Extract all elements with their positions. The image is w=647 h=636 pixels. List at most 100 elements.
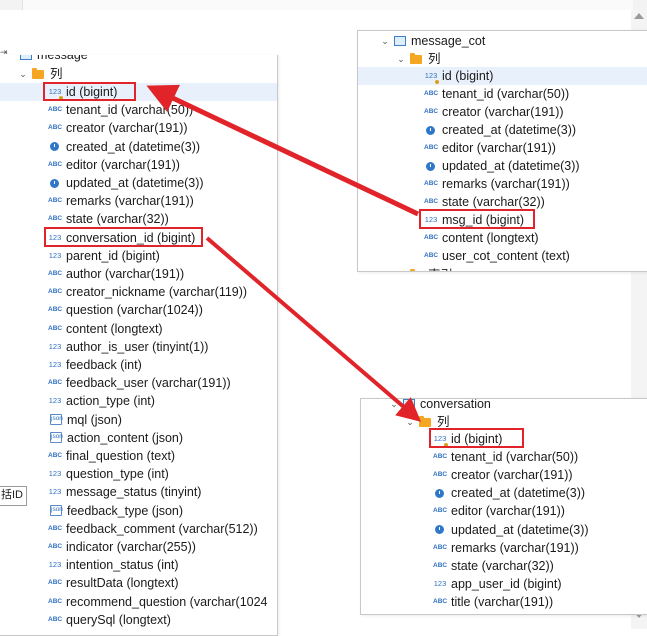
abc-icon: ABC xyxy=(48,597,63,605)
column-item[interactable]: ABC question (varchar(1024)) xyxy=(48,301,203,319)
column-item[interactable]: ABC resultData (longtext) xyxy=(48,574,179,592)
column-item[interactable]: 123 app_user_id (bigint) xyxy=(433,575,562,593)
conversation-table-node[interactable]: ⌄ conversation xyxy=(389,398,491,413)
abc-icon: ABC xyxy=(48,124,63,132)
column-item[interactable]: ABC feedback_comment (varchar(512)) xyxy=(48,520,258,538)
column-item[interactable]: ABC creator (varchar(191)) xyxy=(433,466,573,484)
abc-icon: ABC xyxy=(433,453,448,461)
table-name: conversation xyxy=(420,398,491,411)
column-item[interactable]: created_at (datetime(3)) xyxy=(48,138,200,156)
column-item[interactable]: ABC content (longtext) xyxy=(424,229,539,247)
column-item[interactable]: created_at (datetime(3)) xyxy=(424,121,576,139)
column-item[interactable]: 123 question_type (int) xyxy=(48,465,169,483)
column-item[interactable]: ABC final_question (text) xyxy=(48,447,175,465)
clock-icon xyxy=(426,125,435,135)
chevron-down-icon[interactable]: ⌄ xyxy=(389,399,399,413)
column-item[interactable]: ABC remarks (varchar(191)) xyxy=(424,175,570,193)
chevron-down-icon[interactable]: ⌄ xyxy=(18,65,28,83)
column-item[interactable]: ABC state (varchar(32)) xyxy=(48,210,169,228)
folder-icon xyxy=(410,52,422,64)
column-item[interactable]: ABC content (longtext) xyxy=(48,320,163,338)
column-label: updated_at (datetime(3)) xyxy=(442,159,580,173)
abc-icon: ABC xyxy=(48,324,63,332)
column-label: created_at (datetime(3)) xyxy=(451,486,586,501)
abc-icon: ABC xyxy=(424,108,439,115)
column-label: feedback_comment (varchar(512)) xyxy=(66,521,258,536)
clock-icon xyxy=(435,488,444,498)
folder-label: 列 xyxy=(428,52,441,66)
message-columns-folder[interactable]: ⌄ 列 xyxy=(18,65,62,83)
column-item[interactable]: 123 feedback (int) xyxy=(48,356,142,374)
column-item[interactable]: ABC tenant_id (varchar(50)) xyxy=(424,85,569,103)
column-item[interactable]: ABC user_cot_content (text) xyxy=(424,247,570,265)
column-label: remarks (varchar(191)) xyxy=(451,540,579,555)
abc-icon: ABC xyxy=(48,543,63,550)
column-item[interactable]: ABC tenant_id (varchar(50)) xyxy=(48,101,193,119)
column-item[interactable]: ABC creator (varchar(191)) xyxy=(48,119,188,137)
abc-icon: ABC xyxy=(48,106,63,114)
column-item[interactable]: ABC remarks (varchar(191)) xyxy=(48,192,194,210)
column-label: message_status (tinyint) xyxy=(66,485,202,500)
abc-icon: ABC xyxy=(48,270,63,277)
column-item[interactable]: 123 message_status (tinyint) xyxy=(48,483,202,501)
column-label: question (varchar(1024)) xyxy=(66,303,203,318)
column-item[interactable]: ABC editor (varchar(191)) xyxy=(433,502,565,520)
column-item[interactable]: ABC recommend_question (varchar(1024 xyxy=(48,593,268,611)
column-item[interactable]: 123 author_is_user (tinyint(1)) xyxy=(48,338,209,356)
column-item[interactable]: created_at (datetime(3)) xyxy=(433,484,585,502)
column-item[interactable]: ABC author (varchar(191)) xyxy=(48,265,184,283)
column-label: created_at (datetime(3)) xyxy=(66,139,201,154)
column-item[interactable]: ABC feedback_user (varchar(191)) xyxy=(48,374,231,392)
column-item[interactable]: ABC creator_nickname (varchar(119)) xyxy=(48,283,247,301)
json-icon: json xyxy=(50,432,63,444)
column-item[interactable]: json mql (json) xyxy=(48,411,122,429)
collapse-arrow-icon[interactable]: ⇥ xyxy=(0,47,8,58)
column-item[interactable]: ABC state (varchar(32)) xyxy=(433,557,554,575)
column-item[interactable]: ABC editor (varchar(191)) xyxy=(424,139,556,157)
message-cot-table-tree: ⌄ message_cot ⌄ 列 123 id (bigint) ABC tenan… xyxy=(357,30,647,272)
column-item[interactable]: 123 intention_status (int) xyxy=(48,556,179,574)
column-label: tenant_id (varchar(50)) xyxy=(451,450,579,465)
column-label: editor (varchar(191)) xyxy=(442,141,556,155)
column-item[interactable]: ABC creator (varchar(191)) xyxy=(424,103,564,121)
abc-icon: ABC xyxy=(48,524,63,532)
column-item[interactable]: ABC indicator (varchar(255)) xyxy=(48,538,196,556)
column-label: mql (json) xyxy=(67,412,122,427)
column-item[interactable]: 123 id (bigint) xyxy=(0,83,277,101)
column-label: feedback (int) xyxy=(66,358,142,372)
clock-icon xyxy=(435,525,444,534)
column-item[interactable]: 123 action_type (int) xyxy=(48,392,155,410)
column-item[interactable]: ABC querySql (longtext) xyxy=(48,611,171,629)
column-item[interactable]: updated_at (datetime(3)) xyxy=(433,521,589,539)
column-label: tenant_id (varchar(50)) xyxy=(442,87,570,101)
column-item[interactable]: updated_at (datetime(3)) xyxy=(48,174,204,192)
column-item[interactable]: ABC editor (varchar(191)) xyxy=(48,156,180,174)
column-item[interactable]: json feedback_type (json) xyxy=(48,502,183,520)
column-label: id (bigint) xyxy=(442,69,494,83)
column-item[interactable]: 123 id (bigint) xyxy=(358,67,647,85)
num-icon: 123 xyxy=(48,487,62,497)
abc-icon: ABC xyxy=(433,507,448,515)
column-item[interactable]: json action_content (json) xyxy=(48,429,183,447)
column-label: intention_status (int) xyxy=(66,558,179,573)
message-cot-table-node[interactable]: ⌄ message_cot xyxy=(380,32,485,50)
chevron-down-icon[interactable]: ⌄ xyxy=(405,413,415,431)
json-icon: json xyxy=(50,505,63,517)
column-item[interactable]: ABC tenant_id (varchar(50)) xyxy=(433,448,578,466)
column-label: content (longtext) xyxy=(442,231,539,245)
column-label: creator_nickname (varchar(119)) xyxy=(66,285,248,300)
message-table-node[interactable]: message xyxy=(20,55,88,64)
highlight-conversation-pk xyxy=(429,428,524,448)
num-icon: 123 xyxy=(48,341,62,351)
column-item[interactable]: 123 parent_id (bigint) xyxy=(48,247,160,265)
chevron-down-icon[interactable]: ⌄ xyxy=(380,32,390,50)
message-cot-indexes-folder[interactable]: 索引 xyxy=(410,266,453,271)
abc-icon: ABC xyxy=(424,252,439,259)
message-cot-columns-folder[interactable]: ⌄ 列 xyxy=(396,50,441,68)
column-item[interactable]: ABC title (varchar(191)) xyxy=(433,593,553,611)
column-item[interactable]: ABC remarks (varchar(191)) xyxy=(433,539,579,557)
abc-icon: ABC xyxy=(48,306,63,314)
scroll-up-arrow-icon[interactable] xyxy=(634,13,644,19)
column-item[interactable]: updated_at (datetime(3)) xyxy=(424,157,580,175)
chevron-down-icon[interactable]: ⌄ xyxy=(396,50,406,68)
